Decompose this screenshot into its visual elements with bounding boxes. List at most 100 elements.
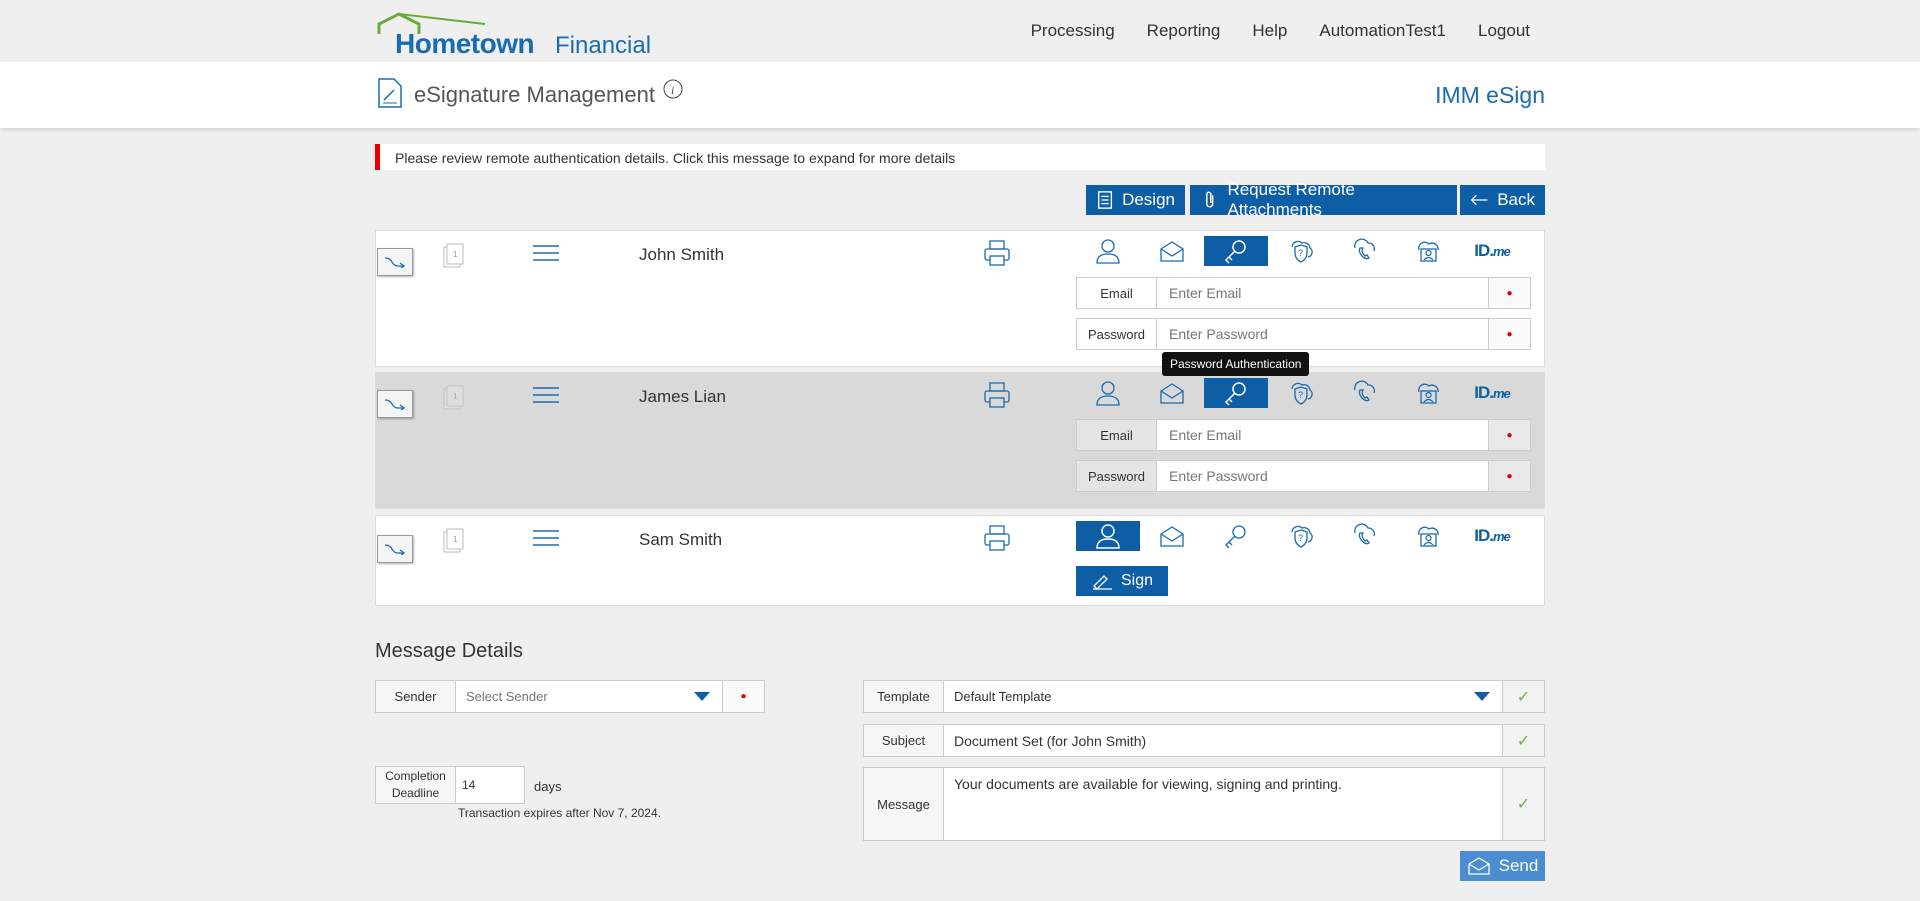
svg-text:i: i [671,83,674,97]
required-indicator: ● [1488,420,1530,450]
routing-button[interactable] [377,535,413,563]
send-button[interactable]: Send [1460,851,1545,881]
signer-name: James Lian [639,387,726,406]
auth-method-selector: ? ID.me [1076,378,1524,408]
password-label: Password [1077,319,1157,349]
password-auth-button[interactable] [1204,236,1268,266]
password-auth-button[interactable] [1204,378,1268,408]
email-field[interactable] [1157,420,1488,450]
password-field[interactable] [1157,319,1488,349]
arrow-left-icon [1470,194,1488,206]
signer-card: 1 John Smith ? ID.me Email Enter Email ●… [375,230,1545,367]
required-indicator: ● [722,681,764,712]
key-icon [1224,240,1246,264]
signer-name: John Smith [639,245,725,264]
idme-auth-button[interactable]: ID.me [1460,378,1524,408]
message-textarea[interactable]: Your documents are available for viewing… [944,768,1502,840]
id-verification-auth-button[interactable] [1396,521,1460,551]
in-person-auth-button[interactable] [1076,521,1140,551]
esign-document-icon [378,78,402,108]
completion-deadline-input[interactable]: 14 [456,767,524,803]
password-field[interactable] [1157,461,1488,491]
phone-auth-button[interactable] [1332,521,1396,551]
page-title: eSignature Management [414,82,655,107]
hamburger-menu-icon[interactable] [533,529,559,547]
idme-auth-button[interactable]: ID.me [1460,236,1524,266]
idme-icon: ID.me [1474,526,1511,545]
template-select[interactable]: Default Template [944,681,1502,712]
id-verification-auth-button[interactable] [1396,236,1460,266]
password-auth-tooltip: Password Authentication [1162,352,1310,376]
in-person-auth-button[interactable] [1076,236,1140,266]
request-remote-attachments-label: Request Remote Attachments [1227,180,1356,219]
logo-sub-text: Financial [555,32,652,59]
email-auth-button[interactable] [1140,378,1204,408]
subject-input[interactable]: Document Set (for John Smith) [944,725,1502,756]
auth-method-selector: ? ID.me [1076,521,1524,551]
svg-text:?: ? [1298,533,1303,543]
email-field[interactable] [1157,278,1488,308]
request-remote-attachments-button[interactable]: Request Remote Attachments [1190,180,1457,219]
message-details-title: Message Details [375,640,523,662]
password-auth-button[interactable] [1204,521,1268,551]
nav-processing[interactable]: Processing [1031,21,1115,41]
person-icon [1096,381,1120,406]
document-stack-icon: 1 [443,528,464,553]
shield-question-icon: ? [1291,240,1313,263]
sender-label: Sender [376,681,456,712]
phone-icon [1354,380,1375,402]
paperclip-icon [1206,191,1214,208]
kba-auth-button[interactable]: ? [1268,236,1332,266]
info-icon[interactable]: i [662,78,684,100]
chevron-down-icon [1474,692,1490,701]
idme-auth-button[interactable]: ID.me [1460,521,1524,551]
back-button-label: Back [1497,190,1535,209]
logo-main-text: Hometown [395,28,535,59]
id-verification-auth-button[interactable] [1396,378,1460,408]
email-field-row: Email ● [1076,277,1531,309]
title-bar: eSignature Management i IMM eSign [0,62,1920,128]
sender-select[interactable]: Select Sender [456,681,722,712]
nav-reporting[interactable]: Reporting [1147,21,1221,41]
password-field-row: Password ● [1076,460,1531,492]
remote-auth-alert[interactable]: Please review remote authentication deta… [375,144,1545,170]
nav-user[interactable]: AutomationTest1 [1319,21,1446,41]
hamburger-menu-icon[interactable] [533,386,559,404]
printer-icon [984,240,1010,266]
routing-button[interactable] [377,248,413,276]
phone-icon [1354,523,1375,545]
phone-auth-button[interactable] [1332,378,1396,408]
required-indicator: ● [1488,319,1530,349]
routing-button[interactable] [377,390,413,418]
message-row: Message Your documents are available for… [863,767,1545,841]
key-icon [1225,525,1246,549]
kba-auth-button[interactable]: ? [1268,521,1332,551]
design-button[interactable]: Design [1086,185,1185,215]
nav-logout[interactable]: Logout [1478,21,1530,41]
required-indicator: ● [1488,278,1530,308]
password-field-row: Password ● [1076,318,1531,350]
back-button[interactable]: Back [1460,185,1545,215]
product-name: IMM eSign [1435,82,1545,108]
sign-button-label: Sign [1120,572,1154,589]
email-auth-button[interactable] [1140,236,1204,266]
person-icon [1096,239,1120,264]
in-person-auth-button[interactable] [1076,378,1140,408]
sender-row: Sender Select Sender ● [375,680,765,713]
hamburger-menu-icon[interactable] [533,244,559,262]
sign-button[interactable]: Sign [1076,566,1168,596]
chevron-down-icon [694,692,710,701]
email-envelope-icon [1160,526,1184,547]
phone-auth-button[interactable] [1332,236,1396,266]
nav-help[interactable]: Help [1252,21,1287,41]
message-label: Message [864,768,944,840]
email-auth-button[interactable] [1140,521,1204,551]
shield-question-icon: ? [1291,525,1313,548]
signer-card: 1 Sam Smith ? ID.me Sign [375,515,1545,606]
hometown-financial-logo[interactable]: Hometown Financial [377,12,651,59]
printer-icon [984,382,1010,408]
valid-check-icon: ✓ [1502,681,1544,712]
email-envelope-icon [1160,241,1184,262]
email-label: Email [1077,420,1157,450]
kba-auth-button[interactable]: ? [1268,378,1332,408]
